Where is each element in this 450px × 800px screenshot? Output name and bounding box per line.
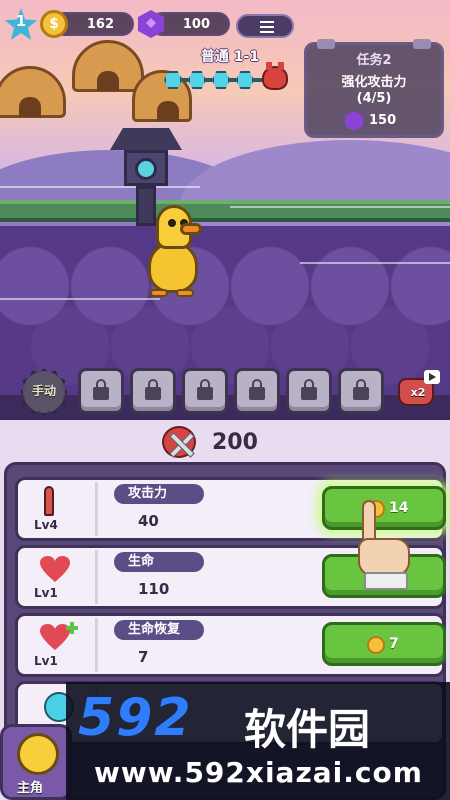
skill-slot-locked[interactable] (338, 368, 384, 414)
stage-node (236, 71, 254, 89)
skill-slot-locked[interactable] (286, 368, 332, 414)
sword-icon (44, 486, 54, 516)
task-description: 强化攻击力 (341, 75, 407, 90)
grass-ledge (0, 200, 450, 222)
duck-hero[interactable] (146, 205, 208, 297)
upgrade-cost: 7 (389, 636, 399, 652)
speed-label: x2 (410, 386, 426, 399)
upgrade-row-regen: Lv1 生命恢复 7 7 (15, 613, 446, 677)
lock-icon (145, 379, 161, 400)
task-reward: 150 (345, 111, 425, 131)
heart-icon (40, 556, 70, 582)
task-panel[interactable]: 任务2 强化攻击力 (4/5) 150 (304, 39, 444, 138)
character-button[interactable]: 主角 (0, 724, 72, 800)
video-ad-icon (424, 370, 440, 384)
stage-node (212, 71, 230, 89)
skill-slot-locked[interactable] (78, 368, 124, 414)
task-reward-amount: 150 (369, 113, 397, 128)
skill-slot-locked[interactable] (130, 368, 176, 414)
upgrade-icon-box: Lv1 (20, 618, 98, 672)
upgrade-value: 40 (138, 512, 159, 530)
site-watermark: 592 软件园 www.592xiazai.com (66, 682, 450, 800)
stage-node (188, 71, 206, 89)
tutorial-hand-pointer (350, 500, 420, 592)
lock-icon (93, 379, 109, 400)
skill-slot-locked[interactable] (234, 368, 280, 414)
watermark-url: www.592xiazai.com (94, 756, 423, 789)
coin-amount: 162 (86, 17, 114, 32)
upgrade-icon-box: Lv4 (20, 482, 98, 536)
lock-icon (301, 379, 317, 400)
gem-amount: 100 (182, 17, 210, 32)
coin-icon: $ (40, 10, 68, 38)
speed-line (0, 298, 160, 300)
task-progress: (4/5) (356, 91, 392, 106)
stage-title: 普通 1-1 (200, 49, 260, 65)
upgrade-level: Lv1 (34, 654, 58, 668)
menu-button[interactable] (236, 14, 294, 38)
upgrade-level: Lv4 (34, 518, 58, 532)
character-label: 主角 (17, 781, 44, 796)
upgrade-value: 7 (138, 648, 149, 666)
lock-icon (249, 379, 265, 400)
gem-icon (345, 111, 363, 131)
watermark-logo: 592 (78, 688, 193, 748)
watermark-name: 软件园 (244, 705, 371, 754)
background-hut (0, 66, 66, 118)
upgrade-regen-button[interactable]: 7 (322, 622, 446, 666)
crossed-swords-icon (162, 426, 196, 458)
background-hut (72, 40, 144, 92)
task-title: 任务2 (356, 53, 392, 68)
stage-progress (164, 70, 264, 90)
stage-node (164, 71, 182, 89)
upgrade-name: 生命恢复 (114, 620, 204, 640)
duck-avatar-icon (17, 733, 59, 775)
upgrade-value: 110 (138, 580, 170, 598)
plus-icon (66, 622, 78, 634)
skill-slot-locked[interactable] (182, 368, 228, 414)
player-level: 1 (15, 12, 27, 30)
upgrade-name: 攻击力 (114, 484, 204, 504)
lock-icon (353, 379, 369, 400)
game-screen: 1 162 $ 100 普通 1-1 任务2 强化攻击力 (4/5) 150 手… (0, 0, 450, 800)
manual-mode-label: 手动 (31, 384, 56, 398)
coin-icon (367, 636, 385, 654)
boss-icon (262, 62, 288, 90)
upgrade-name: 生命 (114, 552, 204, 572)
lock-icon (197, 379, 213, 400)
combat-power: 200 (212, 430, 258, 455)
speed-line (300, 262, 450, 264)
upgrade-level: Lv1 (34, 586, 58, 600)
upgrade-icon-box: Lv1 (20, 550, 98, 604)
speed-line (230, 206, 450, 208)
